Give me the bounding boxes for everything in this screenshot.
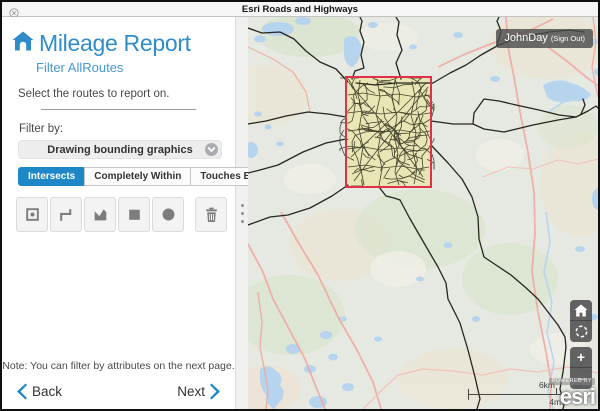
back-label: Back <box>32 384 62 399</box>
sign-out-label: (Sign Out) <box>551 34 585 43</box>
esri-brand-label: esri <box>560 384 595 409</box>
back-button[interactable]: Back <box>15 383 62 400</box>
filter-by-label: Filter by: <box>19 123 235 135</box>
note-text: Note: You can filter by attributes on th… <box>2 360 235 372</box>
chevron-right-icon <box>210 383 222 400</box>
next-button[interactable]: Next <box>177 383 222 400</box>
user-name: JohnDay <box>504 32 547 44</box>
panel-header: Mileage Report <box>12 30 235 57</box>
splitter-dot <box>241 212 244 215</box>
app-window: Esri Roads and Highways Mileage Report F… <box>0 0 600 411</box>
user-sign-out-button[interactable]: JohnDay (Sign Out) <box>496 29 593 48</box>
chevron-left-icon <box>15 383 27 400</box>
dropdown-selected-value: Drawing bounding graphics <box>19 141 221 159</box>
next-label: Next <box>177 384 205 399</box>
locate-icon <box>574 324 589 339</box>
title-bar: Esri Roads and Highways <box>2 2 598 17</box>
panel-splitter-handle[interactable] <box>235 17 248 409</box>
scale-tick <box>468 389 469 400</box>
instruction-text: Select the routes to report on. <box>18 88 235 100</box>
polygon-icon <box>92 206 109 223</box>
chevron-down-icon <box>205 143 218 156</box>
mileage-report-panel: Mileage Report Filter AllRoutes Select t… <box>2 17 235 409</box>
tab-completely-within[interactable]: Completely Within <box>84 167 191 186</box>
basemap <box>248 17 598 409</box>
home-icon <box>574 304 588 317</box>
wizard-nav: Back Next <box>15 383 222 400</box>
splitter-dot <box>241 204 244 207</box>
clear-graphics-button[interactable] <box>195 197 227 232</box>
map-canvas[interactable]: JohnDay (Sign Out) + <box>248 17 598 409</box>
draw-circle-button[interactable] <box>152 197 184 232</box>
rectangle-icon <box>126 206 143 223</box>
spatial-relation-tabs: Intersects Completely Within Touches Edg… <box>18 167 235 186</box>
draw-toolbar <box>16 197 235 232</box>
home-extent-button[interactable] <box>570 300 592 321</box>
home-icon <box>12 31 34 56</box>
main-content: Mileage Report Filter AllRoutes Select t… <box>2 17 598 409</box>
nav-control-group <box>570 300 592 342</box>
page-title: Mileage Report <box>39 30 191 57</box>
locate-button[interactable] <box>570 321 592 342</box>
esri-logo: POWERED BY esri <box>549 370 595 408</box>
close-icon[interactable] <box>9 5 19 15</box>
draw-rectangle-button[interactable] <box>118 197 150 232</box>
divider-line <box>41 109 196 110</box>
zoom-in-button[interactable]: + <box>570 347 592 368</box>
polyline-icon <box>58 206 75 223</box>
filter-method-dropdown[interactable]: Drawing bounding graphics <box>18 140 222 159</box>
circle-icon <box>160 206 177 223</box>
draw-polygon-button[interactable] <box>84 197 116 232</box>
point-icon <box>24 206 41 223</box>
splitter-dot <box>241 220 244 223</box>
tab-intersects[interactable]: Intersects <box>18 167 85 186</box>
trash-icon <box>203 206 220 223</box>
draw-polyline-button[interactable] <box>50 197 82 232</box>
draw-point-button[interactable] <box>16 197 48 232</box>
page-subtitle: Filter AllRoutes <box>36 60 235 75</box>
app-title: Esri Roads and Highways <box>242 4 358 15</box>
